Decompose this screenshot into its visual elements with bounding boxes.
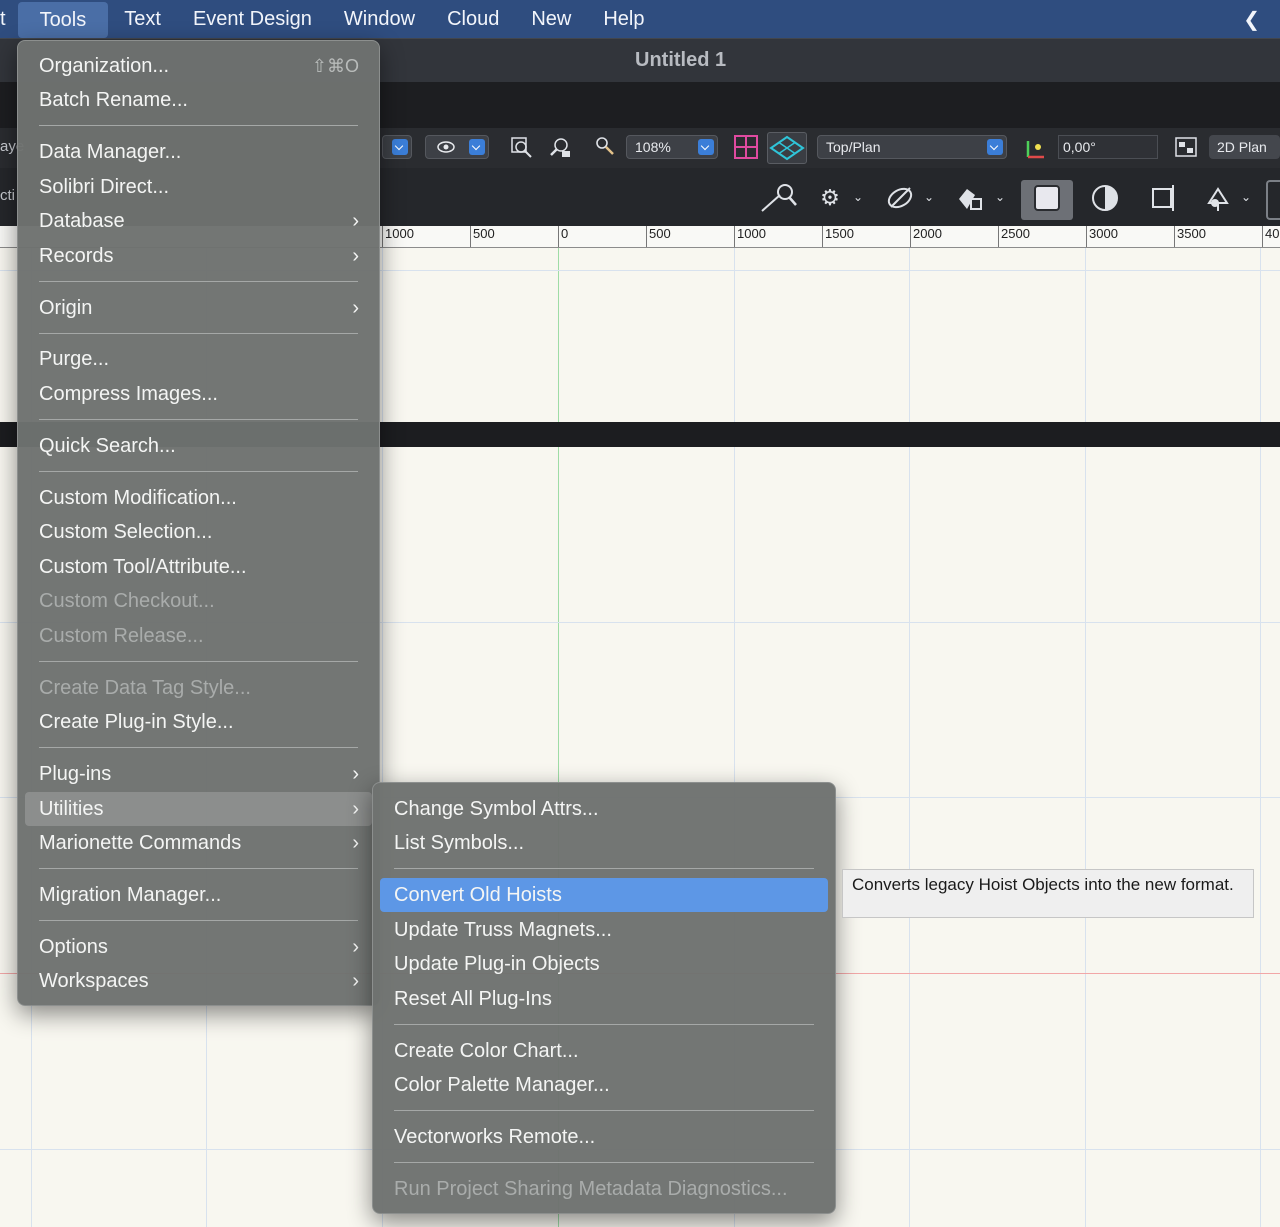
menu-item-create-color-chart[interactable]: Create Color Chart...: [373, 1034, 835, 1068]
collapse-chevron-icon[interactable]: ❮: [1243, 7, 1260, 32]
utilities-submenu: Change Symbol Attrs... List Symbols... C…: [372, 782, 836, 1214]
magnifier-icon[interactable]: [592, 135, 618, 161]
zoom-dropdown[interactable]: 108%: [626, 135, 718, 159]
fill-square-icon: [1032, 183, 1062, 213]
ruler-label: 1000: [385, 226, 414, 241]
chevron-down-icon[interactable]: ⌄: [924, 190, 934, 204]
menu-item-custom-release: Custom Release...: [39, 625, 204, 647]
ruler-label: 1000: [737, 226, 766, 241]
chevron-down-icon[interactable]: ⌄: [1241, 190, 1251, 204]
ruler-label: 1500: [825, 226, 854, 241]
zoom-fit-icon[interactable]: [508, 135, 534, 161]
class-dropdown[interactable]: [382, 135, 412, 159]
menu-item-reset-all-plugins[interactable]: Reset All Plug-Ins: [373, 982, 835, 1016]
ruler-label: 3000: [1089, 226, 1118, 241]
chevron-down-icon[interactable]: ⌄: [853, 190, 863, 204]
menu-item-update-plugin-objects[interactable]: Update Plug-in Objects: [373, 947, 835, 981]
menu-item-list-symbols[interactable]: List Symbols...: [373, 826, 835, 860]
menu-item-custom-modification[interactable]: Custom Modification...: [18, 481, 379, 515]
menu-item-origin[interactable]: Origin ›: [18, 291, 379, 325]
rotation-angle-field[interactable]: 0,00°: [1058, 135, 1158, 159]
menu-item-options[interactable]: Options ›: [18, 930, 379, 964]
ruler-label: 3500: [1177, 226, 1206, 241]
ruler-label: 2000: [913, 226, 942, 241]
menu-item-migration-manager[interactable]: Migration Manager...: [18, 878, 379, 912]
menu-item-marionette-commands[interactable]: Marionette Commands ›: [18, 826, 379, 860]
ruler-label: 40: [1265, 226, 1280, 241]
menu-item-database[interactable]: Database ›: [18, 204, 379, 238]
menu-item-color-palette-manager[interactable]: Color Palette Manager...: [373, 1068, 835, 1102]
chevron-right-icon: ›: [352, 210, 359, 232]
view-dropdown[interactable]: Top/Plan: [817, 135, 1007, 159]
menu-item-create-data-tag-style: Create Data Tag Style...: [39, 677, 251, 699]
ruler-label: 0: [561, 226, 569, 241]
menu-item-quick-search[interactable]: Quick Search...: [18, 429, 379, 463]
ruler-label: 500: [473, 226, 495, 241]
visibility-icon: [436, 136, 456, 162]
menu-item-convert-old-hoists[interactable]: Convert Old Hoists: [380, 878, 828, 912]
menu-item-batch-rename[interactable]: Batch Rename...: [18, 83, 379, 117]
snap-icon[interactable]: [885, 183, 915, 213]
menu-help[interactable]: Help: [587, 0, 660, 38]
menu-item-custom-tool-attribute[interactable]: Custom Tool/Attribute...: [18, 550, 379, 584]
menu-item-run-project-sharing-diagnostics: Run Project Sharing Metadata Diagnostics…: [394, 1178, 788, 1200]
selection-tool-icon[interactable]: [760, 183, 797, 213]
menu-tools[interactable]: Tools: [17, 1, 109, 38]
menu-item-change-symbol-attrs[interactable]: Change Symbol Attrs...: [373, 792, 835, 826]
gear-icon[interactable]: ⚙: [815, 183, 845, 213]
menu-event-design[interactable]: Event Design: [177, 0, 328, 38]
view-value: Top/Plan: [826, 139, 881, 155]
reshape-icon[interactable]: [1203, 183, 1233, 213]
menu-item-custom-selection[interactable]: Custom Selection...: [18, 515, 379, 549]
menu-window[interactable]: Window: [328, 0, 431, 38]
menu-item-plugins[interactable]: Plug-ins ›: [18, 757, 379, 791]
axis-rotate-icon[interactable]: [1024, 135, 1050, 161]
menu-item-data-manager[interactable]: Data Manager...: [18, 135, 379, 169]
menu-new[interactable]: New: [515, 0, 587, 38]
zoom-value: 108%: [635, 139, 671, 155]
window-title: Untitled 1: [635, 49, 727, 71]
menu-item-compress-images[interactable]: Compress Images...: [18, 377, 379, 411]
chevron-right-icon: ›: [352, 832, 359, 854]
keyboard-shortcut: ⇧⌘O: [311, 56, 359, 76]
menu-bar: t Tools Text Event Design Window Cloud N…: [0, 0, 1280, 38]
tools-menu: Organization... ⇧⌘O Batch Rename... Data …: [17, 40, 380, 1006]
chevron-right-icon: ›: [352, 297, 359, 319]
chevron-right-icon: ›: [352, 970, 359, 992]
menu-cloud[interactable]: Cloud: [431, 0, 515, 38]
contrast-icon[interactable]: [1090, 183, 1120, 213]
layout-icon[interactable]: [1173, 135, 1199, 161]
menu-item-vectorworks-remote[interactable]: Vectorworks Remote...: [373, 1120, 835, 1154]
chevron-right-icon: ›: [352, 245, 359, 267]
menu-item-utilities[interactable]: Utilities ›: [25, 792, 372, 826]
menu-item-create-plugin-style[interactable]: Create Plug-in Style...: [18, 705, 379, 739]
grid-view-icon[interactable]: [733, 134, 759, 160]
chevron-down-icon[interactable]: ⌄: [995, 190, 1005, 204]
shapes-icon[interactable]: [955, 183, 985, 213]
menu-item-update-truss-magnets[interactable]: Update Truss Magnets...: [373, 913, 835, 947]
ruler-label: 2500: [1001, 226, 1030, 241]
isometric-view-icon[interactable]: [767, 132, 807, 164]
crop-icon[interactable]: [1148, 183, 1178, 213]
menu-item-records[interactable]: Records ›: [18, 239, 379, 273]
visibility-dropdown[interactable]: [425, 135, 489, 159]
menu-item-organization[interactable]: Organization... ⇧⌘O: [18, 49, 379, 83]
menu-item-custom-checkout: Custom Checkout...: [39, 590, 215, 612]
tooltip: Converts legacy Hoist Objects into the n…: [842, 869, 1254, 918]
menu-item-solibri-direct[interactable]: Solibri Direct...: [18, 170, 379, 204]
ruler-label: 500: [649, 226, 671, 241]
menu-text[interactable]: Text: [108, 0, 177, 38]
menu-item-workspaces[interactable]: Workspaces ›: [18, 964, 379, 998]
menu-edit-fragment[interactable]: t: [0, 0, 18, 38]
zoom-selection-icon[interactable]: [547, 135, 573, 161]
chevron-right-icon: ›: [352, 763, 359, 785]
chevron-right-icon: ›: [352, 936, 359, 958]
tool-palette-edge: [1266, 180, 1280, 220]
plan-mode-button[interactable]: 2D Plan: [1209, 135, 1280, 159]
menu-item-purge[interactable]: Purge...: [18, 342, 379, 376]
chevron-right-icon: ›: [352, 798, 359, 820]
section-label-fragment: cti: [0, 187, 15, 204]
